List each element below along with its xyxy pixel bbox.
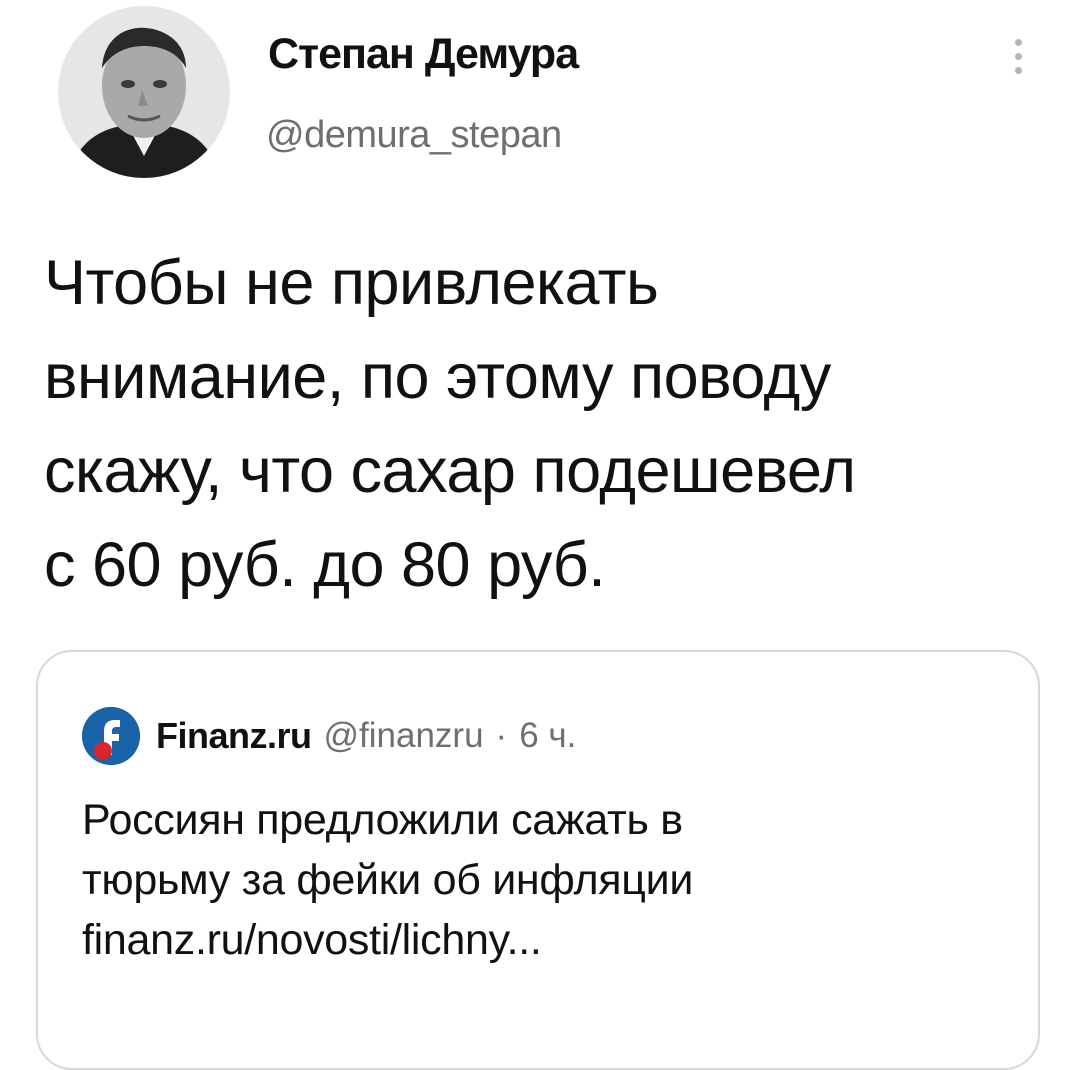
- tweet-text: Чтобы не привлекать внимание, по этому п…: [44, 236, 1044, 612]
- quoted-timestamp[interactable]: 6 ч.: [519, 716, 576, 756]
- more-options-button[interactable]: [998, 26, 1038, 86]
- quoted-link[interactable]: finanz.ru/novosti/lichny...: [82, 910, 1002, 970]
- tweet: Степан Демура @demura_stepan Чтобы не пр…: [0, 0, 1080, 1070]
- quoted-tweet-card[interactable]: Finanz.ru @finanzru · 6 ч. Россиян предл…: [36, 650, 1040, 1070]
- vertical-ellipsis-icon: [1014, 38, 1022, 46]
- avatar-portrait-icon: [58, 6, 230, 178]
- finanz-logo-icon[interactable]: [82, 707, 140, 765]
- tweet-text-line: с 60 руб. до 80 руб.: [44, 530, 606, 600]
- tweet-text-line: Чтобы не привлекать: [44, 248, 659, 318]
- quoted-tweet-text: Россиян предложили сажать в тюрьму за фе…: [82, 790, 1002, 970]
- quoted-text-line: Россиян предложили сажать в: [82, 796, 683, 844]
- separator-dot: ·: [495, 716, 508, 755]
- tweet-text-line: внимание, по этому поводу: [44, 342, 831, 412]
- author-handle[interactable]: @demura_stepan: [266, 114, 562, 157]
- quoted-author-handle[interactable]: @finanzru: [324, 716, 484, 756]
- tweet-text-line: скажу, что сахар подешевел: [44, 436, 856, 506]
- quoted-text-line: тюрьму за фейки об инфляции: [82, 856, 694, 904]
- quoted-tweet-header: Finanz.ru @finanzru · 6 ч.: [82, 706, 576, 766]
- quoted-author-name[interactable]: Finanz.ru: [156, 715, 312, 757]
- author-avatar[interactable]: [58, 6, 230, 178]
- author-display-name[interactable]: Степан Демура: [268, 30, 579, 79]
